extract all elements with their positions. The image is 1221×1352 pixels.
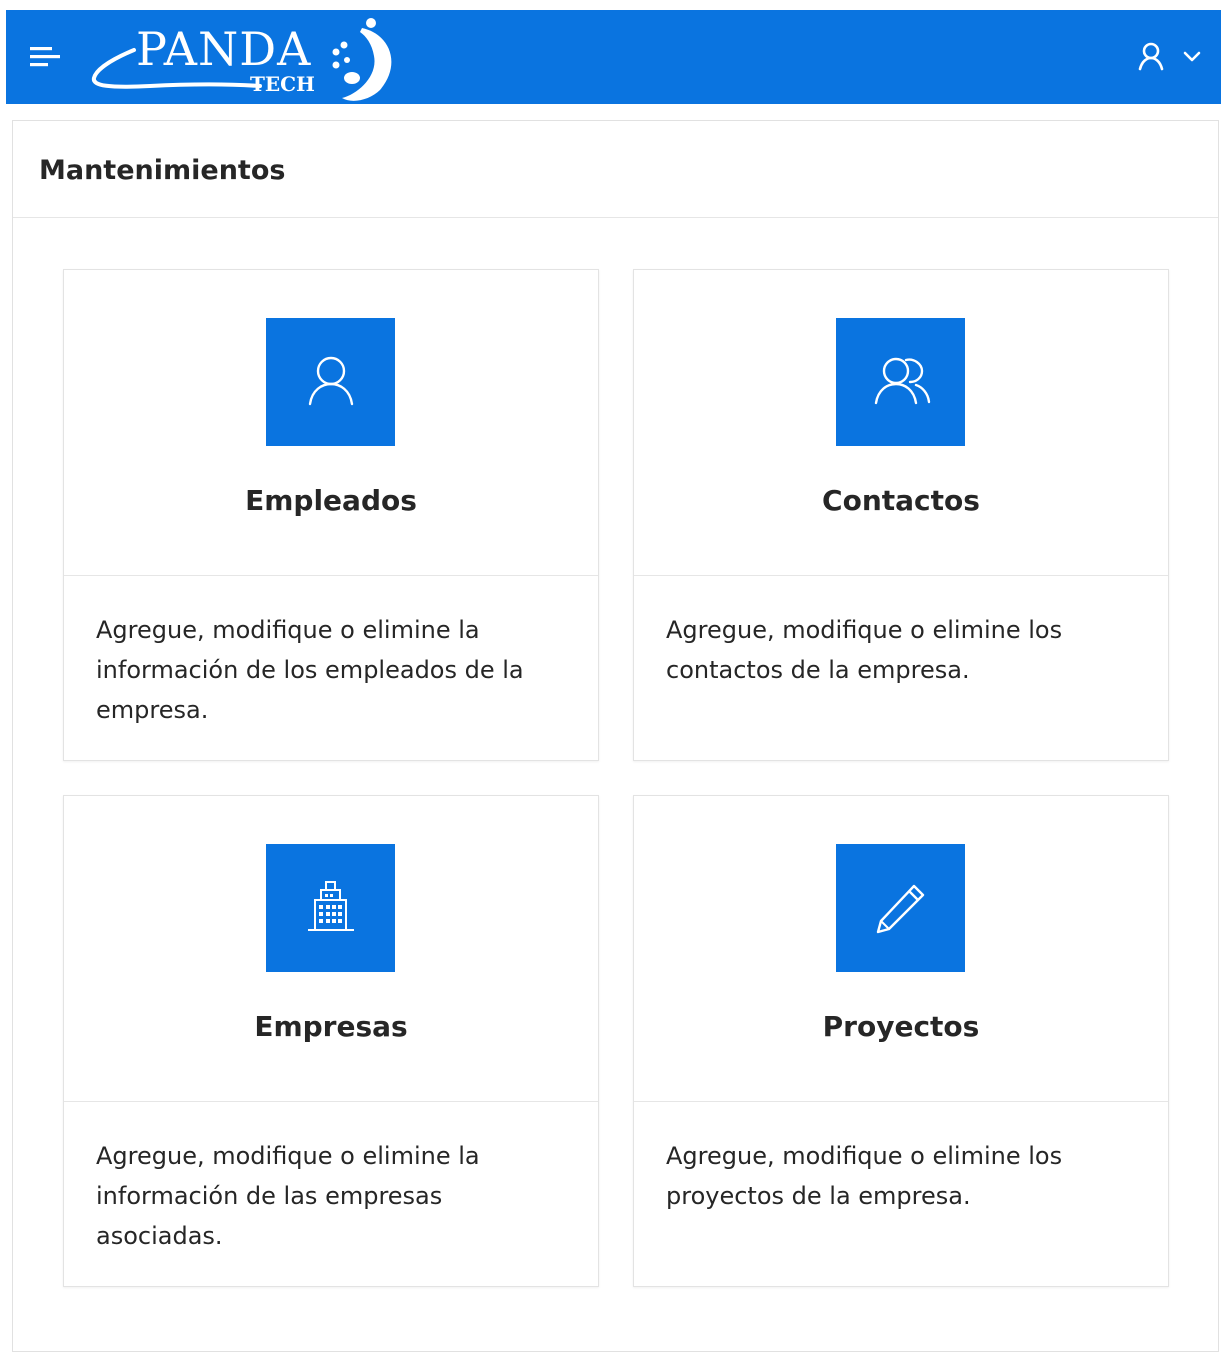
card-icon-tile [266, 844, 395, 972]
card-empleados[interactable]: Empleados Agregue, modifique o elimine l… [63, 269, 599, 761]
user-icon [308, 356, 354, 406]
card-icon-tile [266, 318, 395, 446]
logo-subtext: TECH [250, 72, 315, 96]
users-icon [874, 357, 931, 405]
card-header: Proyectos [634, 796, 1168, 1102]
logo-text: PANDA [136, 22, 312, 76]
card-description: Agregue, modifique o elimine la informac… [96, 616, 524, 724]
card-icon-tile [836, 318, 965, 446]
pencil-icon [876, 884, 925, 934]
user-icon [1138, 42, 1164, 71]
maintenance-region: Mantenimientos Empleados Agregue, modifi… [12, 120, 1219, 1352]
card-description: Agregue, modifique o elimine la informac… [96, 1142, 480, 1250]
chevron-down-icon [1183, 51, 1201, 62]
menu-button[interactable] [28, 42, 62, 72]
card-header: Empleados [64, 270, 598, 576]
card-title: Empresas [254, 1010, 408, 1043]
card-header: Empresas [64, 796, 598, 1102]
pandatech-logo[interactable]: PANDA TECH [90, 12, 410, 102]
region-title: Mantenimientos [39, 155, 286, 186]
card-title: Proyectos [822, 1010, 980, 1043]
card-contactos[interactable]: Contactos Agregue, modifique o elimine l… [633, 269, 1169, 761]
hamburger-menu-icon [30, 47, 60, 67]
card-title: Empleados [245, 484, 417, 517]
card-description: Agregue, modifique o elimine los proyect… [666, 1142, 1063, 1210]
card-title: Contactos [822, 484, 980, 517]
card-proyectos[interactable]: Proyectos Agregue, modifique o elimine l… [633, 795, 1169, 1287]
card-empresas[interactable]: Empresas Agregue, modifique o elimine la… [63, 795, 599, 1287]
user-menu-button[interactable] [1137, 40, 1207, 74]
region-header: Mantenimientos [13, 121, 1218, 218]
top-navigation-bar: PANDA TECH [6, 10, 1221, 104]
card-icon-tile [836, 844, 965, 972]
card-description: Agregue, modifique o elimine los contact… [666, 616, 1063, 684]
card-header: Contactos [634, 270, 1168, 576]
building-icon [308, 881, 354, 931]
